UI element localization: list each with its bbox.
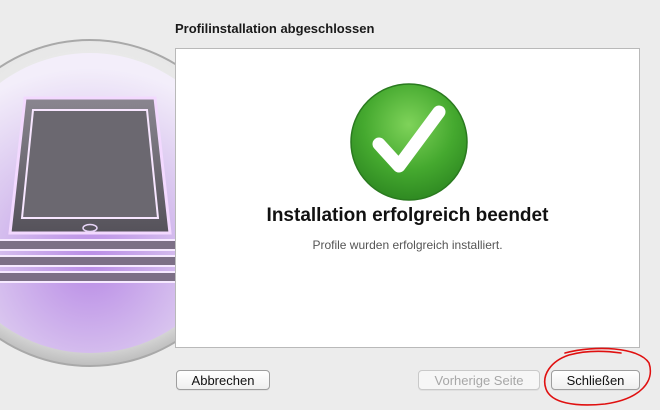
content-panel: Installation erfolgreich beendet Profile… [175, 48, 640, 348]
success-title: Installation erfolgreich beendet [266, 205, 549, 226]
apple-configurator-icon [0, 0, 175, 410]
close-button[interactable]: Schließen [551, 370, 640, 390]
dialog-heading: Profilinstallation abgeschlossen [175, 21, 375, 36]
checkmark-circle-icon [349, 82, 469, 202]
success-subtitle: Profile wurden erfolgreich installiert. [312, 238, 503, 252]
cancel-button[interactable]: Abbrechen [176, 370, 270, 390]
previous-page-button[interactable]: Vorherige Seite [418, 370, 540, 390]
